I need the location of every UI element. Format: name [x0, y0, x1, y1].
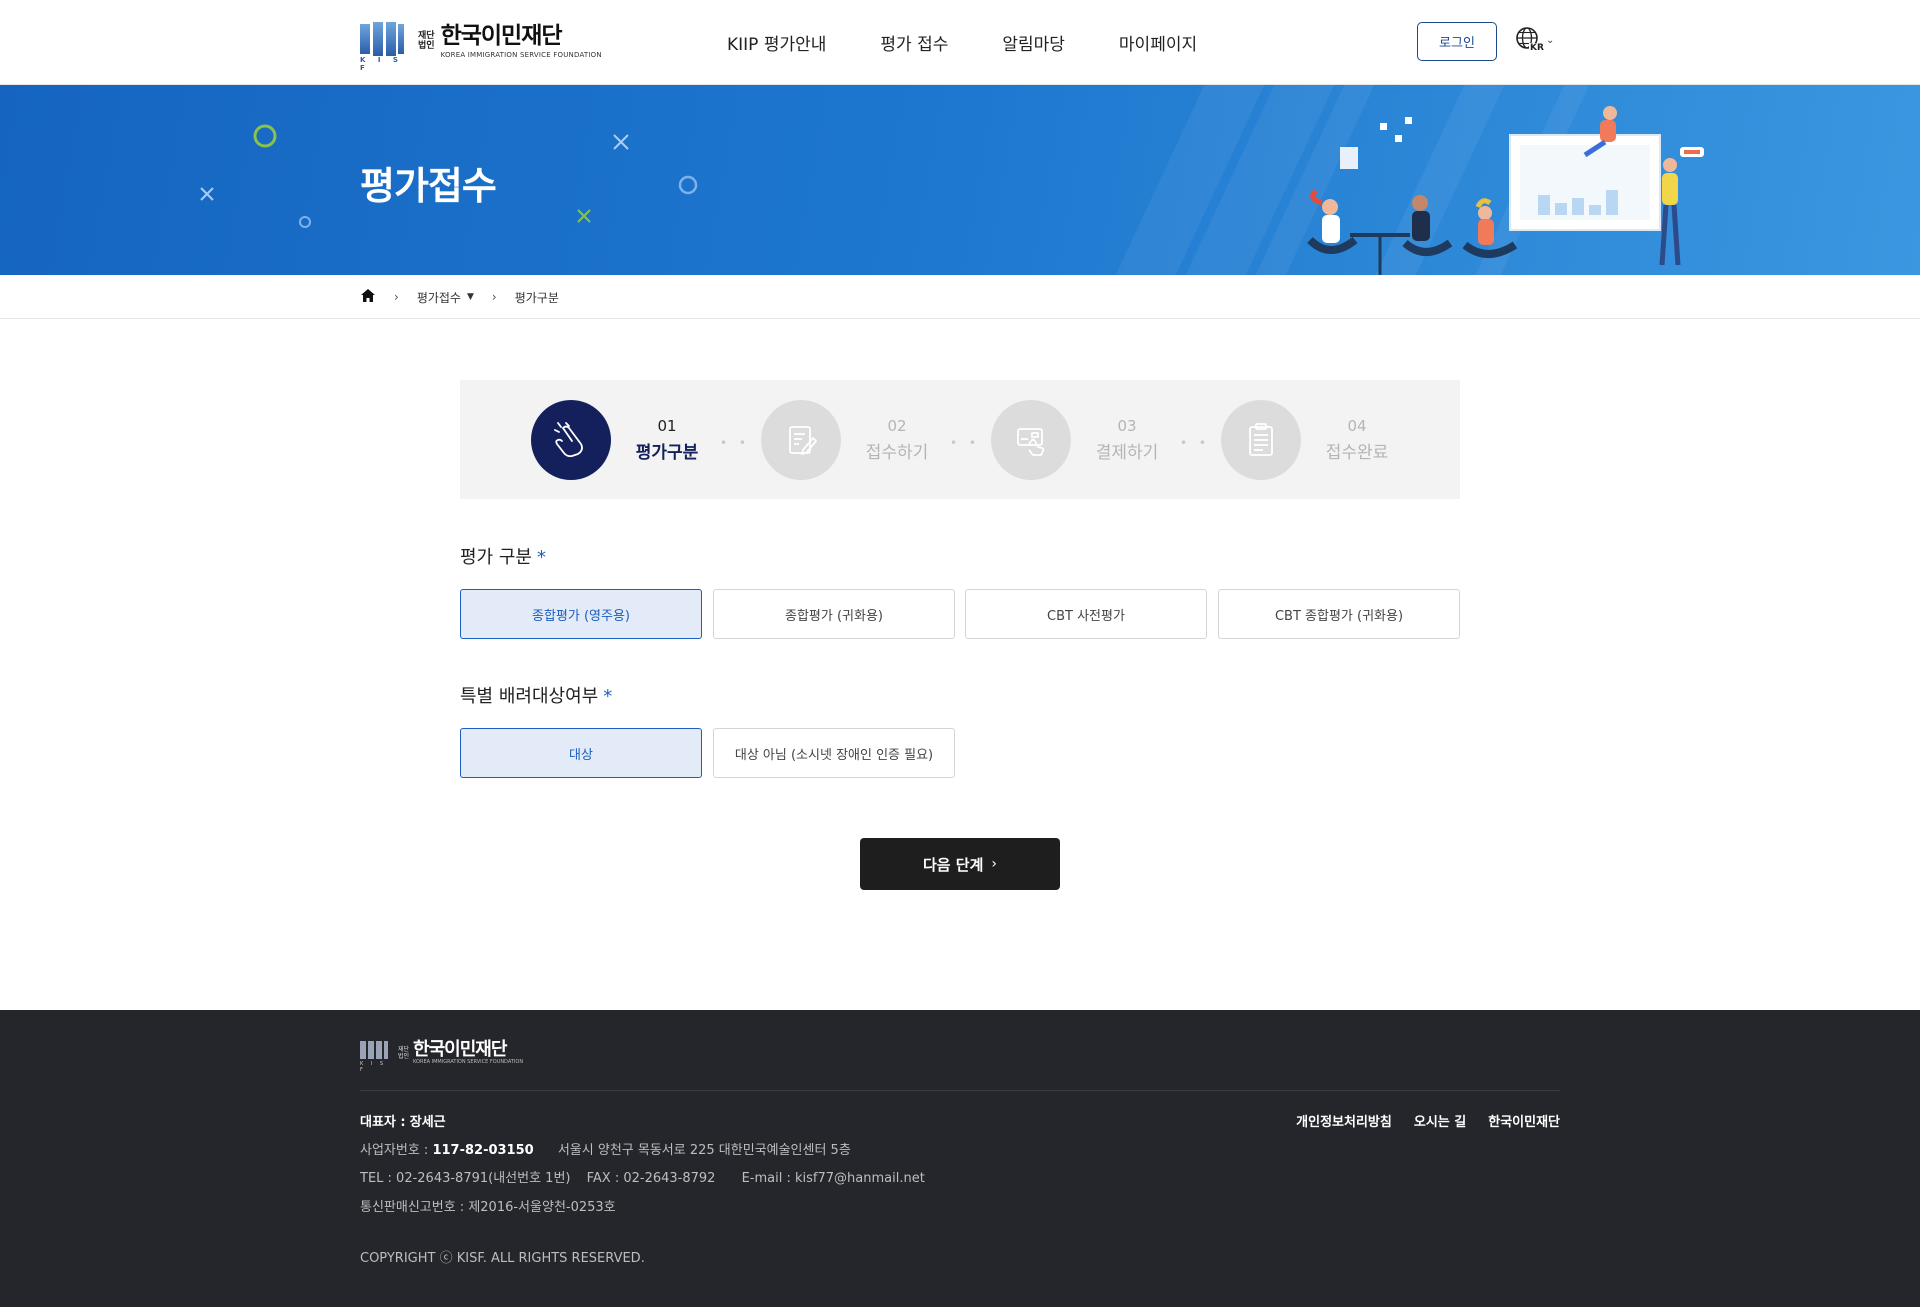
- step-number: 03: [1117, 417, 1137, 435]
- step-3: 03 결제하기: [991, 400, 1159, 480]
- office-illustration: [1307, 106, 1704, 275]
- step-number: 01: [657, 417, 677, 435]
- step-number: 04: [1347, 417, 1367, 435]
- breadcrumb-separator-icon: ›: [491, 290, 497, 304]
- clipboard-icon: [1221, 400, 1301, 480]
- progress-steps: 01 평가구분 • • 02 접수하기 • • 03 결제하기 • • 04 접…: [460, 380, 1460, 499]
- language-selector[interactable]: KR ⌄: [1515, 26, 1554, 54]
- footer-logo-english: KOREA IMMIGRATION SERVICE FOUNDATION: [413, 1059, 524, 1065]
- logo-sub: 재단 법인: [418, 31, 435, 51]
- kisf-link[interactable]: 한국이민재단: [1488, 1111, 1560, 1130]
- step-label: 평가구분: [635, 443, 699, 463]
- eval-type-option-cbt-pre[interactable]: CBT 사전평가: [965, 589, 1207, 639]
- step-number: 02: [887, 417, 907, 435]
- step-2: 02 접수하기: [761, 400, 929, 480]
- footer-logo-sub: 재단 법인: [398, 1045, 410, 1060]
- step-1: 01 평가구분: [531, 400, 699, 480]
- step-label: 접수하기: [865, 443, 929, 463]
- main-nav: KIIP 평가안내 평가 접수 알림마당 마이페이지: [727, 30, 1251, 55]
- footer-copyright: COPYRIGHT ⓒ KISF. ALL RIGHTS RESERVED.: [360, 1251, 645, 1266]
- nav-mypage[interactable]: 마이페이지: [1119, 30, 1197, 55]
- step-divider: • •: [720, 436, 750, 450]
- footer-business-info: 사업자번호 : 117-82-03150 서울시 양천구 목동서로 225 대한…: [360, 1143, 851, 1158]
- chevron-down-icon: ⌄: [1546, 34, 1555, 46]
- footer-logo[interactable]: K I S F 재단 법인 한국이민재단 KOREA IMMIGRATION S…: [360, 1039, 524, 1073]
- eval-type-heading: 평가 구분 *: [460, 547, 546, 568]
- card-payment-icon: [991, 400, 1071, 480]
- globe-icon: KR: [1515, 26, 1544, 54]
- step-4: 04 접수완료: [1221, 400, 1389, 480]
- footer-links: 개인정보처리방침 오시는 길 한국이민재단: [1274, 1111, 1560, 1130]
- breadcrumb: › 평가접수 ▼ › 평가구분: [0, 275, 1920, 319]
- required-mark: *: [536, 547, 546, 568]
- footer-logo-title: 한국이민재단: [413, 1039, 507, 1060]
- breadcrumb-section[interactable]: 평가접수 ▼: [417, 289, 474, 306]
- special-option-target[interactable]: 대상: [460, 728, 702, 778]
- footer-mail-order: 통신판매신고번호 : 제2016-서울양천-0253호: [360, 1200, 616, 1215]
- step-divider: • •: [950, 436, 980, 450]
- site-logo[interactable]: K I S F 재단 법인 한국이민재단 KOREA IMMIGRATION S…: [360, 20, 602, 72]
- eval-type-option-permanent[interactable]: 종합평가 (영주용): [460, 589, 702, 639]
- required-mark: *: [603, 686, 613, 707]
- directions-link[interactable]: 오시는 길: [1414, 1111, 1466, 1130]
- login-button[interactable]: 로그인: [1417, 22, 1497, 61]
- logo-english: KOREA IMMIGRATION SERVICE FOUNDATION: [440, 51, 602, 59]
- next-step-button[interactable]: 다음 단계 ›: [860, 838, 1060, 890]
- footer-divider: [360, 1090, 1560, 1091]
- chevron-right-icon: ›: [991, 856, 998, 872]
- footer-ceo: 대표자 : 장세근: [360, 1115, 446, 1130]
- step-label: 접수완료: [1325, 443, 1389, 463]
- site-header: K I S F 재단 법인 한국이민재단 KOREA IMMIGRATION S…: [0, 0, 1920, 85]
- language-code: KR: [1530, 43, 1544, 53]
- nav-kiip-guide[interactable]: KIIP 평가안내: [727, 30, 826, 55]
- step-label: 결제하기: [1095, 443, 1159, 463]
- nav-notice[interactable]: 알림마당: [1002, 30, 1065, 55]
- nav-eval-apply[interactable]: 평가 접수: [880, 30, 948, 55]
- eval-type-option-cbt-comprehensive[interactable]: CBT 종합평가 (귀화용): [1218, 589, 1460, 639]
- privacy-policy-link[interactable]: 개인정보처리방침: [1296, 1111, 1392, 1130]
- logo-title: 한국이민재단: [440, 23, 563, 49]
- footer-contact: TEL : 02-2643-8791(내선번호 1번) FAX : 02-264…: [360, 1171, 925, 1186]
- page-title: 평가접수: [360, 164, 497, 208]
- site-footer: K I S F 재단 법인 한국이민재단 KOREA IMMIGRATION S…: [0, 1010, 1920, 1307]
- hand-pointer-icon: [531, 400, 611, 480]
- kisf-logo-icon: K I S F: [360, 20, 406, 72]
- document-edit-icon: [761, 400, 841, 480]
- breadcrumb-current: 평가구분: [514, 290, 559, 305]
- kisf-logo-icon: K I S F: [360, 1040, 390, 1073]
- breadcrumb-separator-icon: ›: [394, 290, 399, 304]
- step-divider: • •: [1180, 436, 1210, 450]
- eval-type-option-naturalization[interactable]: 종합평가 (귀화용): [713, 589, 955, 639]
- home-icon[interactable]: [360, 288, 376, 306]
- special-option-not-target[interactable]: 대상 아님 (소시넷 장애인 인증 필요): [713, 728, 955, 778]
- caret-down-icon: ▼: [466, 292, 474, 302]
- page-banner: 평가접수: [0, 85, 1920, 275]
- special-consideration-heading: 특별 배려대상여부 *: [460, 686, 613, 707]
